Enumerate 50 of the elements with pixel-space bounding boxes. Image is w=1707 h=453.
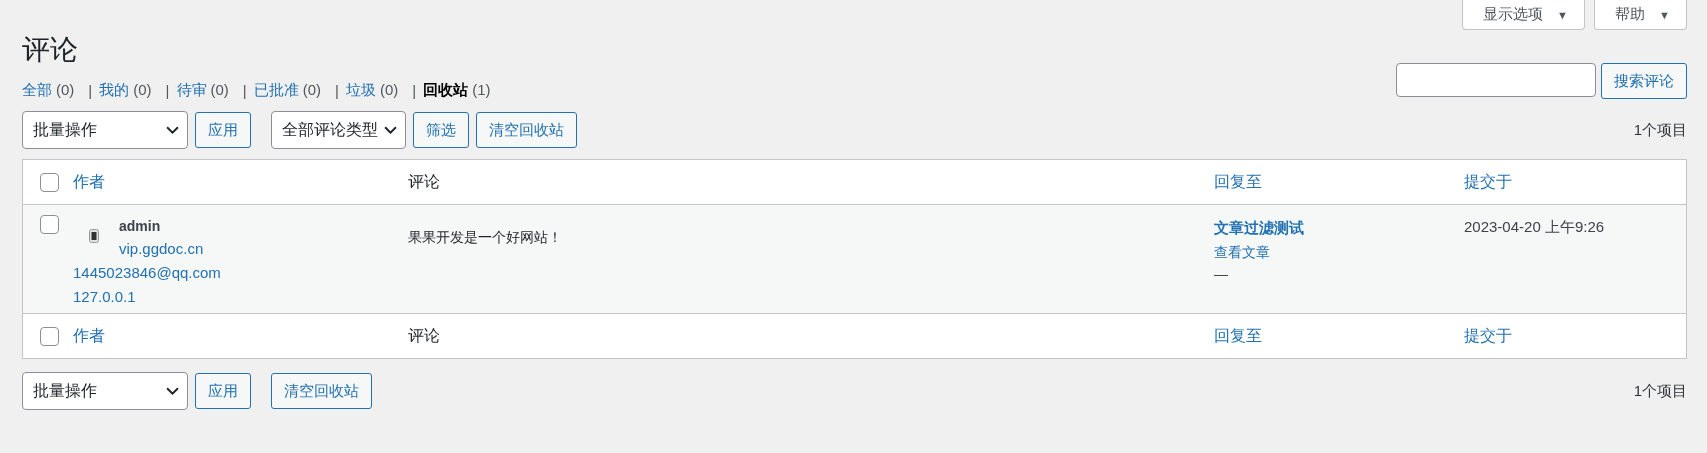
column-header-link[interactable]: 回复至 <box>1214 171 1262 193</box>
status-link[interactable]: 全部 (0) <box>22 80 75 100</box>
empty-trash-button[interactable]: 清空回收站 <box>271 373 372 409</box>
empty-trash-button[interactable]: 清空回收站 <box>476 112 577 148</box>
chevron-down-icon <box>384 125 397 135</box>
search-field[interactable] <box>1396 63 1596 97</box>
status-link[interactable]: 回收站 (1) <box>423 80 491 100</box>
view-post-link[interactable]: 查看文章 <box>1214 241 1270 263</box>
avatar-icon <box>89 229 99 243</box>
row-checkbox[interactable] <box>39 215 59 234</box>
apply-button[interactable]: 应用 <box>195 373 251 409</box>
page-title: 评论 <box>22 33 79 67</box>
column-header-link[interactable]: 回复至 <box>1214 325 1262 347</box>
separator-text: | <box>412 81 417 99</box>
comment-type-select[interactable]: 全部评论类型 <box>271 111 406 149</box>
select-all-checkbox[interactable] <box>39 326 59 346</box>
status-link[interactable]: 待审 (0) <box>176 80 229 100</box>
bulk-action-select[interactable]: 批量操作 <box>22 372 188 410</box>
screen-tab[interactable]: 帮助 ▼ <box>1593 0 1687 30</box>
author-url-link[interactable]: vip.ggdoc.cn <box>119 237 204 261</box>
column-header-link[interactable]: 作者 <box>73 171 408 193</box>
chevron-down-icon <box>166 125 179 135</box>
screen-tab[interactable]: 显示选项 ▼ <box>1461 0 1585 30</box>
column-header-link[interactable]: 提交于 <box>1464 172 1512 190</box>
bulk-action-select[interactable]: 批量操作 <box>22 111 188 149</box>
author-email-link[interactable]: 1445023846@qq.com <box>73 261 408 285</box>
post-title-link[interactable]: 文章过滤测试 <box>1214 215 1304 241</box>
comment-text: 果果开发是一个好网站！ <box>408 229 562 245</box>
column-title: 评论 <box>408 326 440 344</box>
item-count: 1个项目 <box>1633 120 1687 140</box>
separator-text: | <box>242 81 247 99</box>
submitted-date: 2023-04-20 上午9:26 <box>1464 218 1605 235</box>
item-count: 1个项目 <box>1633 381 1687 401</box>
filter-button[interactable]: 筛选 <box>413 112 469 148</box>
status-link[interactable]: 垃圾 (0) <box>346 80 399 100</box>
separator-text: | <box>165 81 170 99</box>
column-title: 评论 <box>408 172 440 190</box>
dash-text: — <box>1214 265 1228 284</box>
status-link[interactable]: 已批准 (0) <box>253 80 322 100</box>
chevron-down-icon <box>166 386 179 396</box>
apply-button[interactable]: 应用 <box>195 112 251 148</box>
separator-text: | <box>335 81 339 99</box>
author-ip-link[interactable]: 127.0.0.1 <box>73 285 408 309</box>
author-name: admin <box>119 217 162 236</box>
separator-text: | <box>88 81 93 99</box>
select-all-checkbox[interactable] <box>39 172 59 192</box>
search-button[interactable]: 搜索评论 <box>1601 63 1687 99</box>
column-header-link[interactable]: 作者 <box>73 325 408 347</box>
column-header-link[interactable]: 提交于 <box>1464 326 1512 344</box>
status-link[interactable]: 我的 (0) <box>99 80 152 100</box>
